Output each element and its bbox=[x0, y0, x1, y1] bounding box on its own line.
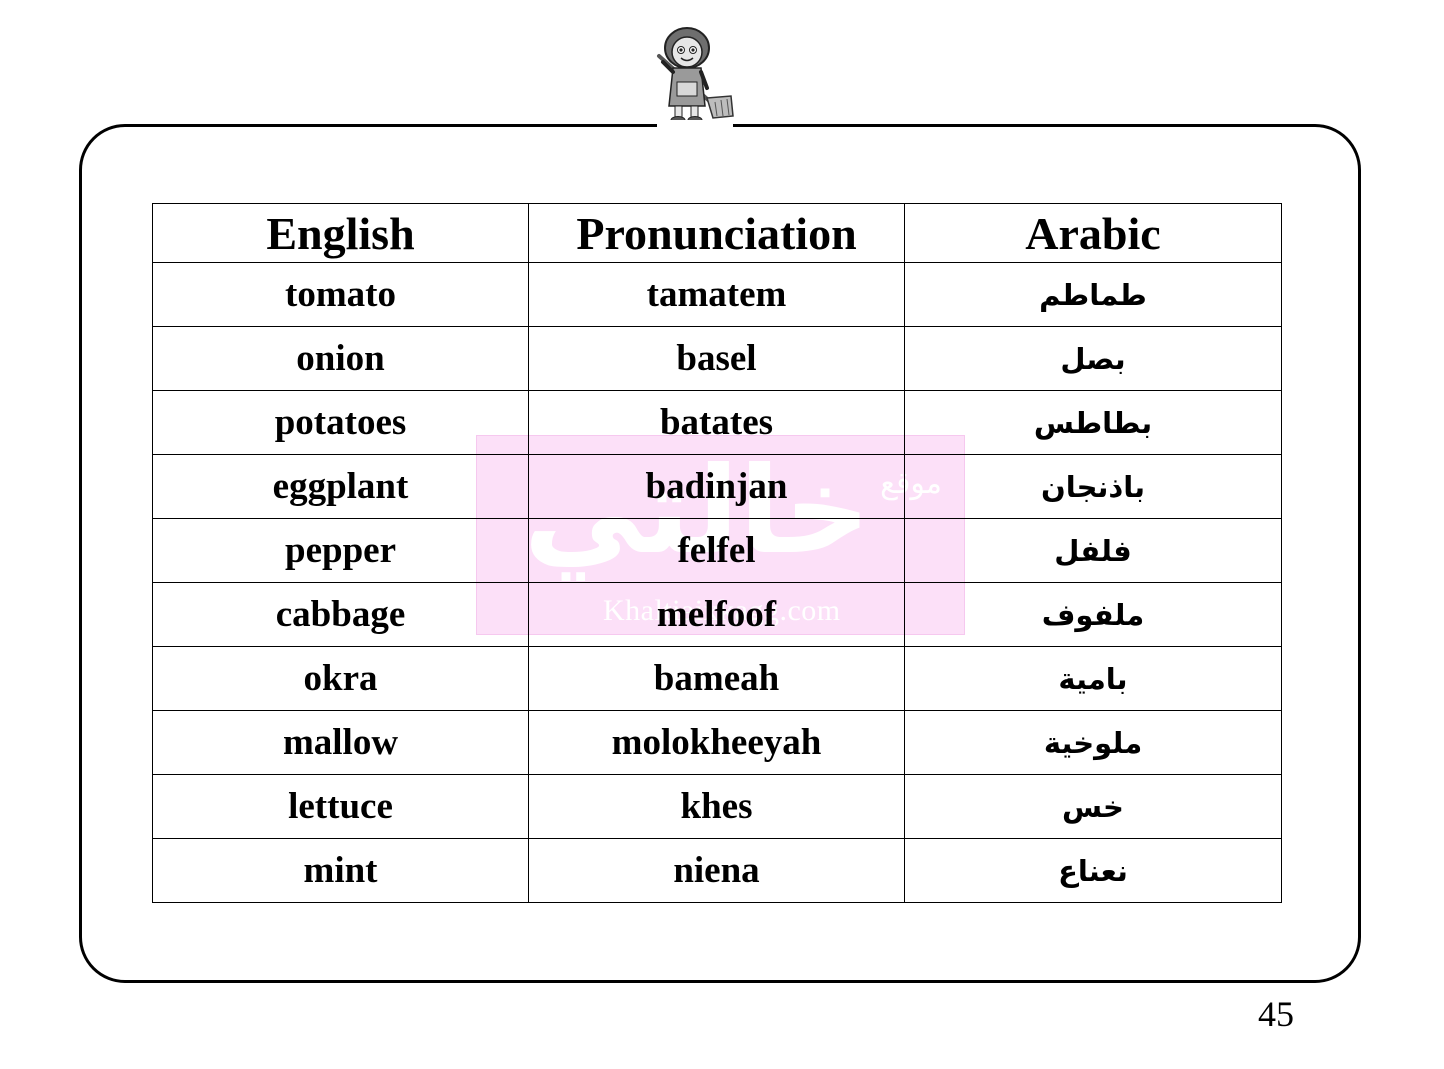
watermark-arabic-small: موقع bbox=[880, 466, 942, 501]
pronunciation: basel bbox=[528, 326, 905, 391]
watermark-url: Khaltiaixkagg.com bbox=[603, 594, 841, 627]
english-word: eggplant bbox=[152, 454, 529, 519]
english-word: onion bbox=[152, 326, 529, 391]
table-row: mint niena نعناع bbox=[152, 838, 1282, 903]
english-word: mallow bbox=[152, 710, 529, 775]
header-english: English bbox=[152, 203, 529, 263]
arabic-word: طماطم bbox=[904, 262, 1282, 327]
page-number: 45 bbox=[1258, 994, 1294, 1034]
table-row: tomato tamatem طماطم bbox=[152, 262, 1282, 327]
english-word: okra bbox=[152, 646, 529, 711]
girl-with-broom-icon bbox=[657, 27, 734, 124]
arabic-word: بامية bbox=[904, 646, 1282, 711]
frame-gap bbox=[657, 120, 733, 128]
watermark-arabic-big: خالتي bbox=[523, 442, 871, 581]
arabic-word: بصل bbox=[904, 326, 1282, 391]
arabic-word: خس bbox=[904, 774, 1282, 839]
english-word: cabbage bbox=[152, 582, 529, 647]
header-arabic: Arabic bbox=[904, 203, 1282, 263]
english-word: tomato bbox=[152, 262, 529, 327]
table-row: okra bameah بامية bbox=[152, 646, 1282, 711]
table-row: mallow molokheeyah ملوخية bbox=[152, 710, 1282, 775]
english-word: pepper bbox=[152, 518, 529, 583]
english-word: mint bbox=[152, 838, 529, 903]
pronunciation: molokheeyah bbox=[528, 710, 905, 775]
table-row: onion basel بصل bbox=[152, 326, 1282, 391]
pronunciation: niena bbox=[528, 838, 905, 903]
pronunciation: tamatem bbox=[528, 262, 905, 327]
watermark: موقع خالتي Khaltiaixkagg.com bbox=[476, 435, 965, 635]
header-pronunciation: Pronunciation bbox=[528, 203, 905, 263]
arabic-word: نعناع bbox=[904, 838, 1282, 903]
table-header-row: English Pronunciation Arabic bbox=[152, 203, 1282, 263]
pronunciation: bameah bbox=[528, 646, 905, 711]
table-row: lettuce khes خس bbox=[152, 774, 1282, 839]
english-word: potatoes bbox=[152, 390, 529, 455]
arabic-word: ملوخية bbox=[904, 710, 1282, 775]
english-word: lettuce bbox=[152, 774, 529, 839]
pronunciation: khes bbox=[528, 774, 905, 839]
